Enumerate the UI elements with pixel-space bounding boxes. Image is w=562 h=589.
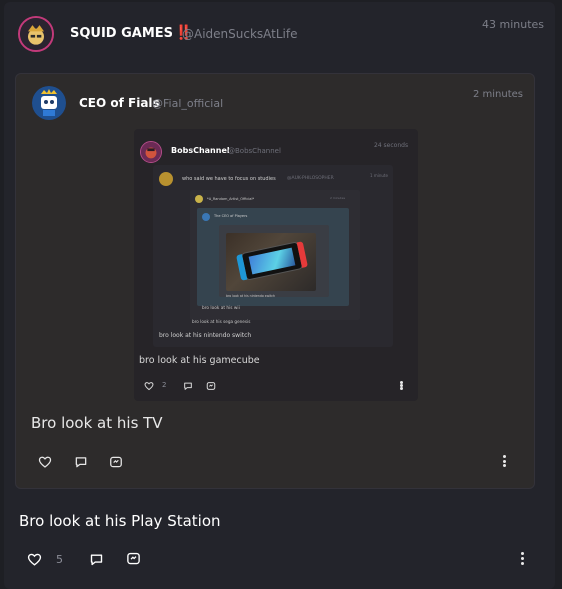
avatar[interactable] — [32, 86, 66, 120]
more-vertical-icon[interactable] — [399, 381, 403, 390]
heart-icon[interactable] — [38, 455, 52, 469]
repost-icon[interactable] — [126, 551, 141, 566]
post-timestamp: 2 minutes — [330, 196, 346, 200]
avatar[interactable] — [202, 213, 210, 221]
avatar-image — [32, 86, 66, 120]
console-graphic — [236, 241, 308, 281]
heart-icon[interactable] — [27, 552, 42, 567]
post-text: bro look at his wii — [202, 306, 240, 311]
like-count: 2 — [162, 381, 167, 389]
avatar[interactable] — [18, 16, 54, 52]
author-handle[interactable]: @Fial_official — [152, 97, 223, 110]
post-timestamp: 24 seconds — [374, 142, 409, 149]
comment-icon[interactable] — [74, 455, 88, 469]
more-vertical-icon[interactable] — [520, 552, 524, 565]
like-count: 5 — [56, 553, 63, 566]
author-handle[interactable]: @AUK-PHILOSOPHER — [287, 176, 334, 181]
author-name[interactable]: BobsChannel — [171, 146, 230, 155]
author-name-text: SQUID GAMES — [70, 26, 174, 41]
console-screen — [248, 247, 296, 275]
author-name[interactable]: The CEO of Players — [214, 214, 247, 218]
author-handle[interactable]: @AidenSucksAtLife — [182, 27, 298, 41]
avatar-image — [20, 18, 52, 50]
author-name[interactable]: CEO of Fials — [79, 96, 160, 110]
comment-icon[interactable] — [183, 381, 193, 391]
post-text: bro look at his sega genesis — [192, 319, 251, 324]
post-text: Bro look at his TV — [31, 414, 163, 432]
avatar[interactable] — [159, 172, 173, 186]
avatar[interactable] — [195, 195, 203, 203]
post-text: bro look at his nintendo switch — [226, 294, 275, 298]
joycon-right — [296, 241, 308, 268]
repost-icon[interactable] — [109, 455, 123, 469]
joycon-left — [236, 254, 248, 281]
avatar[interactable] — [140, 141, 162, 163]
author-handle[interactable]: @BobsChannel — [228, 147, 281, 155]
post-timestamp: 1 minute — [370, 173, 388, 178]
post-timestamp: 2 minutes — [473, 89, 524, 100]
more-vertical-icon[interactable] — [502, 455, 506, 467]
heart-icon[interactable] — [144, 381, 154, 391]
post-text: bro look at his nintendo switch — [159, 332, 252, 339]
repost-icon[interactable] — [206, 381, 216, 391]
comment-icon[interactable] — [89, 552, 104, 567]
post-text: bro look at his gamecube — [139, 355, 260, 366]
avatar-image — [141, 142, 161, 162]
author-name[interactable]: SQUID GAMES ‼️ — [70, 25, 192, 41]
post-image[interactable] — [226, 233, 316, 291]
author-name[interactable]: *A_Random_Artist_Official* — [207, 197, 254, 201]
post-text: Bro look at his Play Station — [19, 512, 221, 530]
post-timestamp: 43 minutes — [482, 18, 545, 31]
post-text: who said we have to focus on studies — [182, 176, 276, 182]
